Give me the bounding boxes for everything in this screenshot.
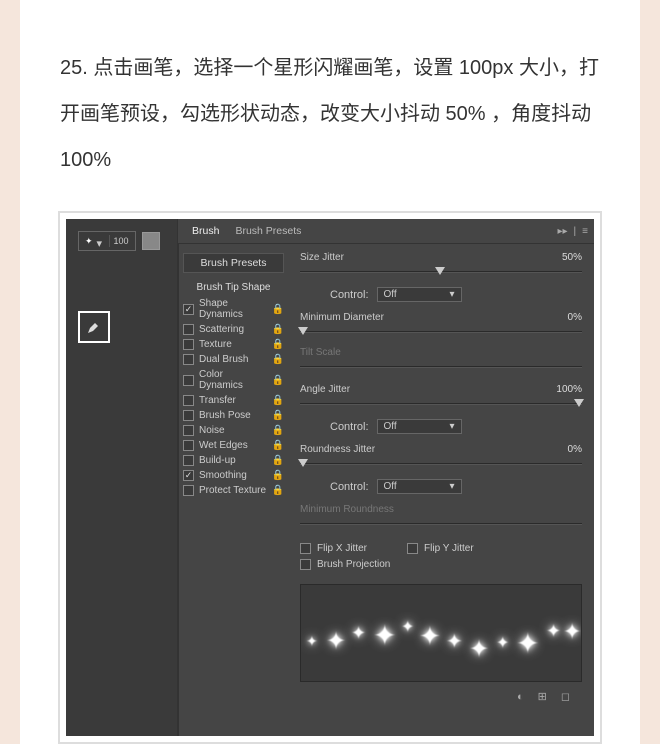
texture-label[interactable]: Texture <box>199 339 267 350</box>
toggle-panel-icon[interactable] <box>142 232 160 250</box>
scattering-checkbox[interactable] <box>183 324 194 335</box>
brush-projection-label: Brush Projection <box>317 559 390 570</box>
noise-checkbox[interactable] <box>183 425 194 436</box>
lock-icon[interactable]: 🔒 <box>272 470 284 481</box>
size-jitter-value[interactable]: 50% <box>542 252 582 263</box>
flip-y-jitter-checkbox[interactable] <box>407 543 418 554</box>
tab-brush[interactable]: Brush <box>184 221 227 241</box>
lock-icon[interactable]: 🔒 <box>272 425 284 436</box>
new-preset-icon[interactable]: ⊞ <box>538 690 547 703</box>
lock-icon[interactable]: 🔒 <box>272 395 284 406</box>
shape-dynamics-checkbox[interactable] <box>183 304 194 315</box>
control-label: Control: <box>330 421 369 433</box>
lock-icon[interactable]: 🔒 <box>272 304 284 315</box>
divider: | <box>574 226 577 237</box>
min-diameter-value[interactable]: 0% <box>542 312 582 323</box>
dual-brush-checkbox[interactable] <box>183 354 194 365</box>
menu-icon[interactable]: ≡ <box>582 226 588 237</box>
tilt-scale-label: Tilt Scale <box>300 347 582 358</box>
protect-texture-checkbox[interactable] <box>183 485 194 496</box>
brush-icon <box>85 318 103 336</box>
roundness-jitter-label: Roundness Jitter <box>300 444 542 455</box>
angle-control-select[interactable]: Off▾ <box>377 419 462 434</box>
chevron-down-icon: ▾ <box>97 237 105 245</box>
flip-x-jitter-checkbox[interactable] <box>300 543 311 554</box>
transfer-label[interactable]: Transfer <box>199 395 267 406</box>
control-label: Control: <box>330 481 369 493</box>
roundness-jitter-value[interactable]: 0% <box>542 444 582 455</box>
brush-options-list: Brush Presets Brush Tip Shape Shape Dyna… <box>178 244 288 736</box>
brush-tool[interactable] <box>78 311 110 343</box>
toggle-preview-icon[interactable]: ◐ <box>517 691 524 703</box>
lock-icon[interactable]: 🔒 <box>272 410 284 421</box>
lock-icon[interactable]: 🔒 <box>272 339 284 350</box>
brush-projection-checkbox[interactable] <box>300 559 311 570</box>
lock-icon[interactable]: 🔒 <box>272 455 284 466</box>
brush-pose-checkbox[interactable] <box>183 410 194 421</box>
brush-size-value: 100 <box>114 236 129 246</box>
brush-preview: ✦ ✦ ✦ ✦ ✦ ✦ ✦ ✦ ✦ ✦ ✦ ✦ <box>300 584 582 682</box>
noise-label[interactable]: Noise <box>199 425 267 436</box>
panel-tabs: Brush Brush Presets ▸▸ | ≡ <box>178 219 594 244</box>
brush-tip-shape-button[interactable]: Brush Tip Shape <box>183 279 284 296</box>
angle-jitter-value[interactable]: 100% <box>542 384 582 395</box>
transfer-checkbox[interactable] <box>183 395 194 406</box>
tilt-scale-slider <box>300 360 582 374</box>
brush-panel: Brush Brush Presets ▸▸ | ≡ Brush Presets… <box>177 219 594 736</box>
brush-presets-button[interactable]: Brush Presets <box>183 253 284 273</box>
brush-preset-picker[interactable]: ✦ ▾ 100 <box>78 231 136 251</box>
star-icon: ✦ <box>85 236 93 247</box>
size-control-select[interactable]: Off▾ <box>377 287 462 302</box>
create-brush-icon[interactable]: ◻ <box>561 690 570 703</box>
min-roundness-label: Minimum Roundness <box>300 504 582 515</box>
chevron-down-icon: ▾ <box>450 481 455 492</box>
min-diameter-label: Minimum Diameter <box>300 312 542 323</box>
lock-icon[interactable]: 🔒 <box>272 440 284 451</box>
build-up-label[interactable]: Build-up <box>199 455 267 466</box>
tab-brush-presets[interactable]: Brush Presets <box>227 221 309 241</box>
angle-jitter-label: Angle Jitter <box>300 384 542 395</box>
flip-y-label: Flip Y Jitter <box>424 543 474 554</box>
wet-edges-checkbox[interactable] <box>183 440 194 451</box>
chevron-down-icon: ▾ <box>450 421 455 432</box>
collapse-icon[interactable]: ▸▸ <box>558 226 568 237</box>
top-image-strip <box>60 0 600 15</box>
size-jitter-slider[interactable] <box>300 265 582 279</box>
angle-jitter-slider[interactable] <box>300 397 582 411</box>
chevron-down-icon: ▾ <box>450 289 455 300</box>
protect-texture-label[interactable]: Protect Texture <box>199 485 267 496</box>
roundness-jitter-slider[interactable] <box>300 457 582 471</box>
color-dynamics-label[interactable]: Color Dynamics <box>199 369 267 391</box>
shape-dynamics-label[interactable]: Shape Dynamics <box>199 298 267 320</box>
scattering-label[interactable]: Scattering <box>199 324 267 335</box>
roundness-control-select[interactable]: Off▾ <box>377 479 462 494</box>
workspace-left: ✦ ▾ 100 <box>66 219 177 736</box>
size-jitter-label: Size Jitter <box>300 252 542 263</box>
lock-icon[interactable]: 🔒 <box>272 354 284 365</box>
smoothing-label[interactable]: Smoothing <box>199 470 267 481</box>
step-instruction: 25. 点击画笔，选择一个星形闪耀画笔，设置 100px 大小，打开画笔预设，勾… <box>60 45 600 183</box>
flip-x-label: Flip X Jitter <box>317 543 367 554</box>
color-dynamics-checkbox[interactable] <box>183 375 194 386</box>
ps-panel: ✦ ▾ 100 Brush Brush Presets <box>66 219 594 736</box>
dual-brush-label[interactable]: Dual Brush <box>199 354 267 365</box>
wet-edges-label[interactable]: Wet Edges <box>199 440 267 451</box>
smoothing-checkbox[interactable] <box>183 470 194 481</box>
lock-icon[interactable]: 🔒 <box>272 375 284 386</box>
screenshot-frame: ✦ ▾ 100 Brush Brush Presets <box>60 213 600 742</box>
control-label: Control: <box>330 289 369 301</box>
texture-checkbox[interactable] <box>183 339 194 350</box>
lock-icon[interactable]: 🔒 <box>272 324 284 335</box>
min-roundness-slider <box>300 517 582 531</box>
shape-dynamics-controls: Size Jitter50% Control: Off▾ Minimum Diam… <box>288 244 594 736</box>
build-up-checkbox[interactable] <box>183 455 194 466</box>
lock-icon[interactable]: 🔒 <box>272 485 284 496</box>
brush-pose-label[interactable]: Brush Pose <box>199 410 267 421</box>
min-diameter-slider[interactable] <box>300 325 582 339</box>
